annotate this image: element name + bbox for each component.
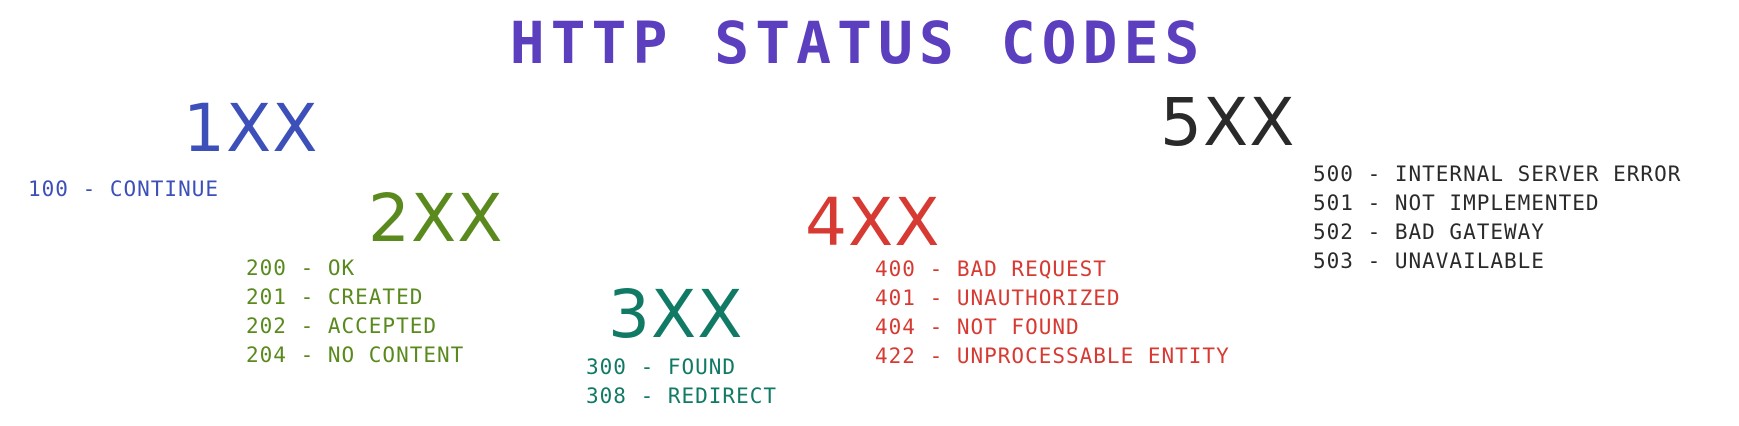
heading-3xx: 3XX [608, 276, 744, 353]
code-100: 100 - CONTINUE [28, 177, 220, 201]
code-201: 201 - CREATED [246, 285, 424, 309]
code-401: 401 - UNAUTHORIZED [875, 286, 1121, 310]
heading-2xx: 2XX [368, 180, 504, 257]
code-308: 308 - REDIRECT [586, 384, 778, 408]
code-200: 200 - OK [246, 256, 356, 280]
heading-4xx: 4XX [805, 184, 941, 261]
diagram-canvas: HTTP STATUS CODES 1XX 100 - CONTINUE 2XX… [0, 0, 1739, 426]
code-501: 501 - NOT IMPLEMENTED [1313, 191, 1600, 215]
diagram-title: HTTP STATUS CODES [509, 9, 1206, 77]
code-502: 502 - BAD GATEWAY [1313, 220, 1545, 244]
code-404: 404 - NOT FOUND [875, 315, 1080, 339]
code-400: 400 - BAD REQUEST [875, 257, 1107, 281]
codes-2xx: 200 - OK 201 - CREATED 202 - ACCEPTED 20… [246, 254, 464, 370]
heading-1xx: 1XX [183, 90, 319, 167]
code-500: 500 - INTERNAL SERVER ERROR [1313, 162, 1682, 186]
codes-4xx: 400 - BAD REQUEST 401 - UNAUTHORIZED 404… [875, 255, 1230, 371]
code-204: 204 - NO CONTENT [246, 343, 465, 367]
code-422: 422 - UNPROCESSABLE ENTITY [875, 344, 1230, 368]
code-503: 503 - UNAVAILABLE [1313, 249, 1545, 273]
heading-5xx: 5XX [1160, 84, 1296, 161]
codes-1xx: 100 - CONTINUE [28, 175, 219, 204]
code-202: 202 - ACCEPTED [246, 314, 438, 338]
code-300: 300 - FOUND [586, 355, 737, 379]
codes-5xx: 500 - INTERNAL SERVER ERROR 501 - NOT IM… [1313, 160, 1681, 276]
codes-3xx: 300 - FOUND 308 - REDIRECT [586, 353, 777, 411]
